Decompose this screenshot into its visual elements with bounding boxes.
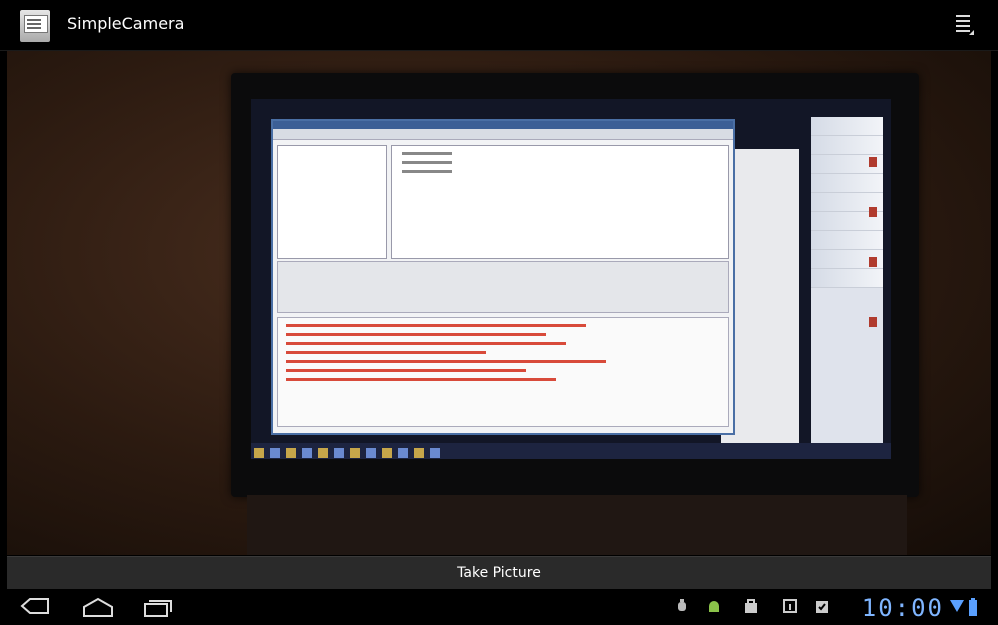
android-icon[interactable]	[706, 598, 722, 614]
take-picture-button[interactable]: Take Picture	[7, 556, 991, 590]
camera-app-icon[interactable]	[20, 10, 50, 42]
app-title: SimpleCamera	[67, 14, 185, 33]
camera-preview[interactable]	[7, 51, 991, 555]
photographed-monitor	[231, 73, 919, 497]
usb-debug-icon[interactable]	[674, 598, 690, 614]
battery-icon[interactable]	[968, 598, 978, 616]
clipboard-check-icon[interactable]	[814, 598, 830, 614]
back-icon[interactable]	[20, 597, 50, 615]
overflow-menu-icon[interactable]	[956, 15, 974, 35]
home-icon[interactable]	[82, 597, 114, 617]
system-bar: 10:00	[0, 589, 998, 625]
store-icon[interactable]	[743, 598, 759, 614]
action-bar: SimpleCamera	[0, 0, 998, 51]
status-clock[interactable]: 10:00	[862, 594, 944, 622]
calendar-icon[interactable]	[782, 598, 798, 614]
recent-apps-icon[interactable]	[143, 597, 173, 617]
photographed-screen	[251, 99, 891, 459]
wifi-icon[interactable]	[950, 598, 964, 614]
